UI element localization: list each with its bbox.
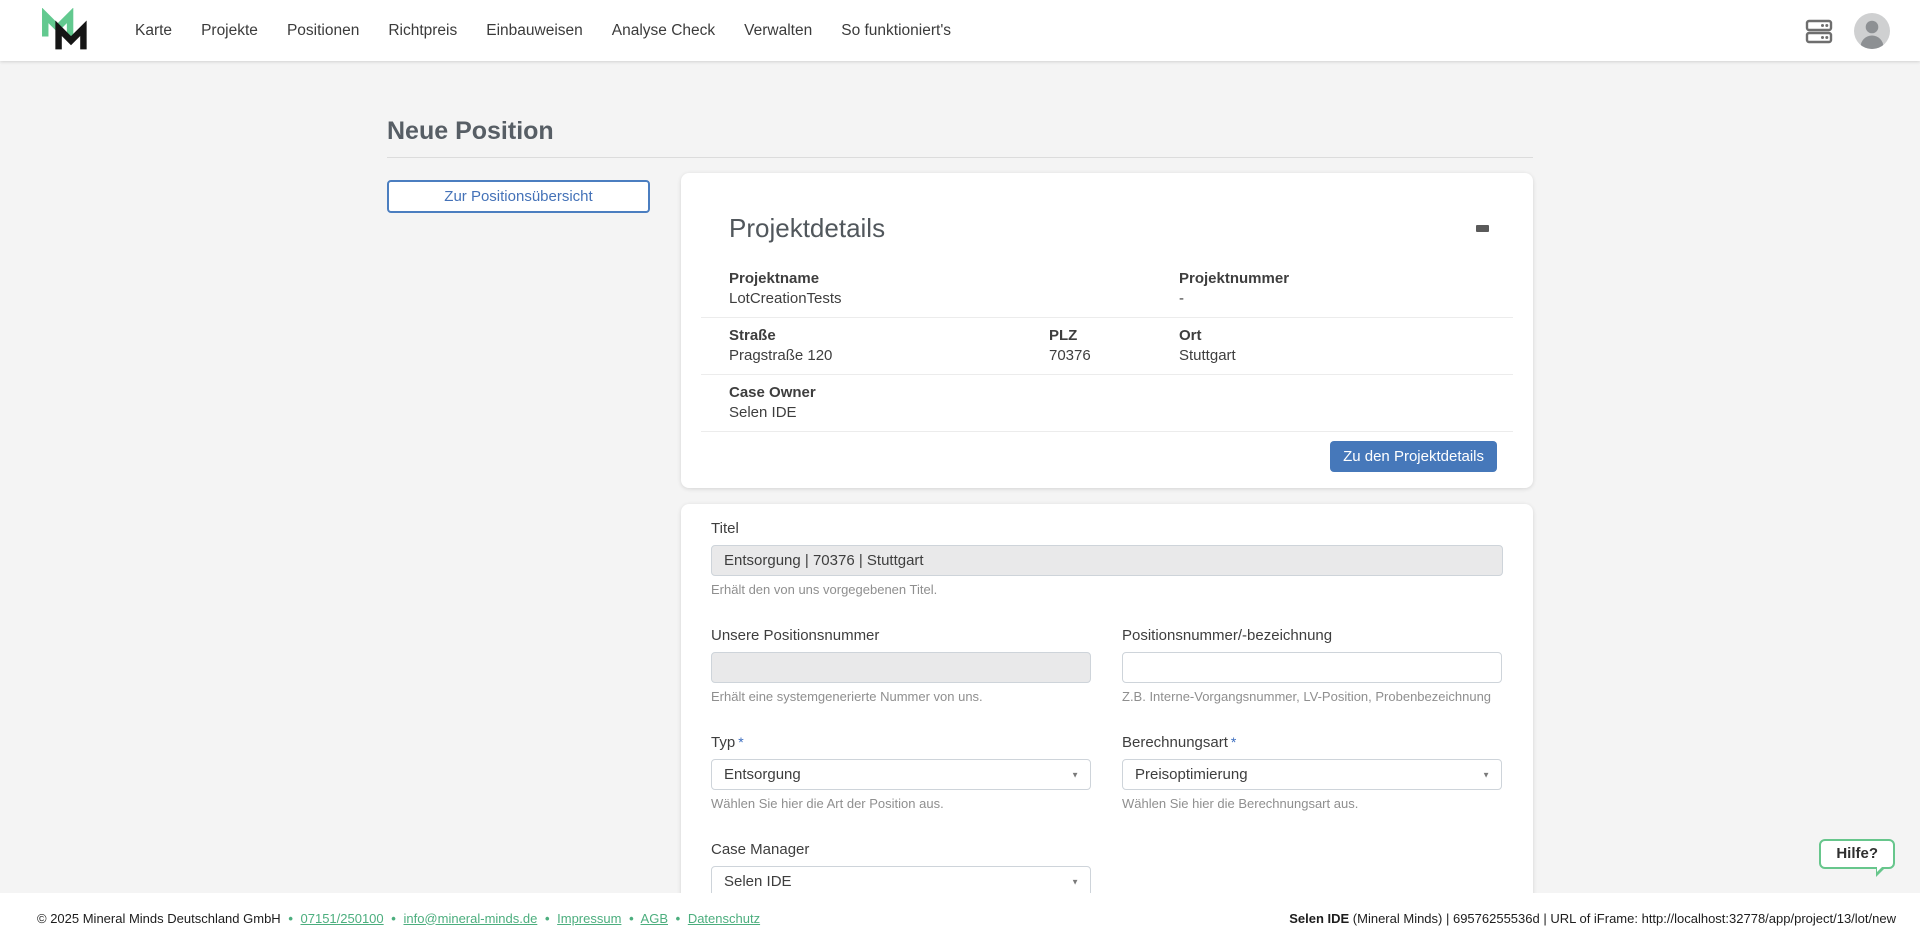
field-case-owner: Case Owner Selen IDE xyxy=(701,383,1513,423)
footer-separator: • xyxy=(676,911,681,926)
minus-icon xyxy=(1476,225,1489,232)
footer-status-detail: (Mineral Minds) | 69576255536d | URL of … xyxy=(1349,911,1896,926)
positionsnummer-field-group: Positionsnummer/-bezeichnung Z.B. Intern… xyxy=(1122,627,1502,704)
table-row: Case Owner Selen IDE xyxy=(701,374,1513,432)
case-manager-label: Case Manager xyxy=(711,841,809,858)
berechnungsart-select-value: Preisoptimierung xyxy=(1135,766,1248,783)
table-row: Projektname LotCreationTests Projektnumm… xyxy=(701,261,1513,317)
field-ort: Ort Stuttgart xyxy=(1151,326,1513,366)
berechnungsart-helper: Wählen Sie hier die Berechnungsart aus. xyxy=(1122,796,1502,811)
page-title: Neue Position xyxy=(387,116,1533,146)
unsere-positionsnummer-helper: Erhält eine systemgenerierte Nummer von … xyxy=(711,689,1091,704)
required-asterisk: * xyxy=(738,734,743,750)
footer-copyright: © 2025 Mineral Minds Deutschland GmbH xyxy=(37,911,281,926)
project-card-title: Projektdetails xyxy=(729,213,1533,244)
field-projektnummer: Projektnummer - xyxy=(1151,269,1513,309)
nav-item-analyse-check[interactable]: Analyse Check xyxy=(612,22,715,40)
unsere-positionsnummer-input xyxy=(711,652,1091,683)
field-plz: PLZ 70376 xyxy=(1021,326,1151,366)
main-area: Neue Position Zur Positionsübersicht Pro… xyxy=(0,61,1920,943)
case-manager-select-value: Selen IDE xyxy=(724,873,792,890)
user-avatar-icon[interactable] xyxy=(1854,13,1890,49)
chevron-down-icon: ▼ xyxy=(1482,770,1490,779)
nav-item-projekte[interactable]: Projekte xyxy=(201,22,258,40)
mineral-minds-logo[interactable] xyxy=(40,8,102,54)
nav-item-richtpreis[interactable]: Richtpreis xyxy=(388,22,457,40)
table-row: Straße Pragstraße 120 PLZ 70376 Ort Stut… xyxy=(701,317,1513,374)
typ-field-group: Typ* Entsorgung ▼ Wählen Sie hier die Ar… xyxy=(711,734,1091,811)
footer-separator: • xyxy=(545,911,550,926)
footer-link-email[interactable]: info@mineral-minds.de xyxy=(403,911,537,926)
footer-separator: • xyxy=(391,911,396,926)
field-projektname: Projektname LotCreationTests xyxy=(701,269,1151,309)
positionsnummer-label: Positionsnummer/-bezeichnung xyxy=(1122,627,1332,644)
berechnungsart-select[interactable]: Preisoptimierung ▼ xyxy=(1122,759,1502,790)
typ-helper: Wählen Sie hier die Art der Position aus… xyxy=(711,796,1091,811)
field-value: Selen IDE xyxy=(729,403,1513,423)
case-manager-field-group: Case Manager Selen IDE ▼ xyxy=(711,841,1091,897)
footer-separator: • xyxy=(629,911,634,926)
titel-label: Titel xyxy=(711,520,739,537)
back-to-positions-button[interactable]: Zur Positionsübersicht xyxy=(387,180,650,213)
chevron-down-icon: ▼ xyxy=(1071,770,1079,779)
field-label: Projektname xyxy=(729,269,1151,289)
footer-status-user: Selen IDE xyxy=(1289,911,1349,926)
positionsnummer-input[interactable] xyxy=(1122,652,1502,683)
go-to-project-details-button[interactable]: Zu den Projektdetails xyxy=(1330,441,1497,472)
field-value: LotCreationTests xyxy=(729,289,1151,309)
navbar-actions xyxy=(1804,13,1890,49)
nav-item-einbauweisen[interactable]: Einbauweisen xyxy=(486,22,583,40)
unsere-positionsnummer-label: Unsere Positionsnummer xyxy=(711,627,879,644)
main-navigation: Karte Projekte Positionen Richtpreis Ein… xyxy=(135,22,951,40)
field-label: Ort xyxy=(1179,326,1513,346)
logo-m-icon xyxy=(40,8,102,54)
footer-link-phone[interactable]: 07151/250100 xyxy=(301,911,384,926)
field-label: Case Owner xyxy=(729,383,1513,403)
unsere-positionsnummer-field-group: Unsere Positionsnummer Erhält eine syste… xyxy=(711,627,1091,704)
top-navbar: Karte Projekte Positionen Richtpreis Ein… xyxy=(0,0,1920,61)
field-value: - xyxy=(1179,289,1513,309)
field-label: PLZ xyxy=(1049,326,1151,346)
typ-label: Typ xyxy=(711,734,735,751)
project-card-actions: Zu den Projektdetails xyxy=(681,441,1533,472)
title-divider xyxy=(387,157,1533,158)
typ-select-value: Entsorgung xyxy=(724,766,801,783)
typ-select[interactable]: Entsorgung ▼ xyxy=(711,759,1091,790)
field-value: Stuttgart xyxy=(1179,346,1513,366)
server-icon[interactable] xyxy=(1804,17,1834,45)
field-value: Pragstraße 120 xyxy=(729,346,1021,366)
footer-link-datenschutz[interactable]: Datenschutz xyxy=(688,911,760,926)
footer-left: © 2025 Mineral Minds Deutschland GmbH • … xyxy=(37,911,760,926)
project-details-table: Projektname LotCreationTests Projektnumm… xyxy=(701,261,1513,432)
field-value: 70376 xyxy=(1049,346,1151,366)
footer-link-impressum[interactable]: Impressum xyxy=(557,911,621,926)
help-button[interactable]: Hilfe? xyxy=(1819,839,1895,869)
positionsnummer-helper: Z.B. Interne-Vorgangsnummer, LV-Position… xyxy=(1122,689,1502,704)
titel-field-group: Titel Erhält den von uns vorgegebenen Ti… xyxy=(711,520,1503,597)
nav-item-verwalten[interactable]: Verwalten xyxy=(744,22,812,40)
project-details-card: Projektdetails Projektname LotCreationTe… xyxy=(681,173,1533,488)
required-asterisk: * xyxy=(1231,734,1236,750)
titel-helper: Erhält den von uns vorgegebenen Titel. xyxy=(711,582,1503,597)
field-label: Straße xyxy=(729,326,1021,346)
field-strasse: Straße Pragstraße 120 xyxy=(701,326,1021,366)
footer-link-agb[interactable]: AGB xyxy=(641,911,668,926)
berechnungsart-label: Berechnungsart xyxy=(1122,734,1228,751)
page-footer: © 2025 Mineral Minds Deutschland GmbH • … xyxy=(0,893,1920,943)
footer-status: Selen IDE (Mineral Minds) | 69576255536d… xyxy=(1289,911,1896,926)
footer-separator: • xyxy=(288,911,293,926)
nav-item-so-funktionierts[interactable]: So funktioniert's xyxy=(841,22,951,40)
left-column: Zur Positionsübersicht xyxy=(387,173,681,213)
chevron-down-icon: ▼ xyxy=(1071,877,1079,886)
nav-item-positionen[interactable]: Positionen xyxy=(287,22,359,40)
collapse-icon[interactable] xyxy=(1471,219,1493,237)
nav-item-karte[interactable]: Karte xyxy=(135,22,172,40)
berechnungsart-field-group: Berechnungsart* Preisoptimierung ▼ Wähle… xyxy=(1122,734,1502,811)
field-label: Projektnummer xyxy=(1179,269,1513,289)
right-column: Projektdetails Projektname LotCreationTe… xyxy=(681,173,1533,924)
titel-input xyxy=(711,545,1503,576)
new-position-form-card: Titel Erhält den von uns vorgegebenen Ti… xyxy=(681,504,1533,924)
